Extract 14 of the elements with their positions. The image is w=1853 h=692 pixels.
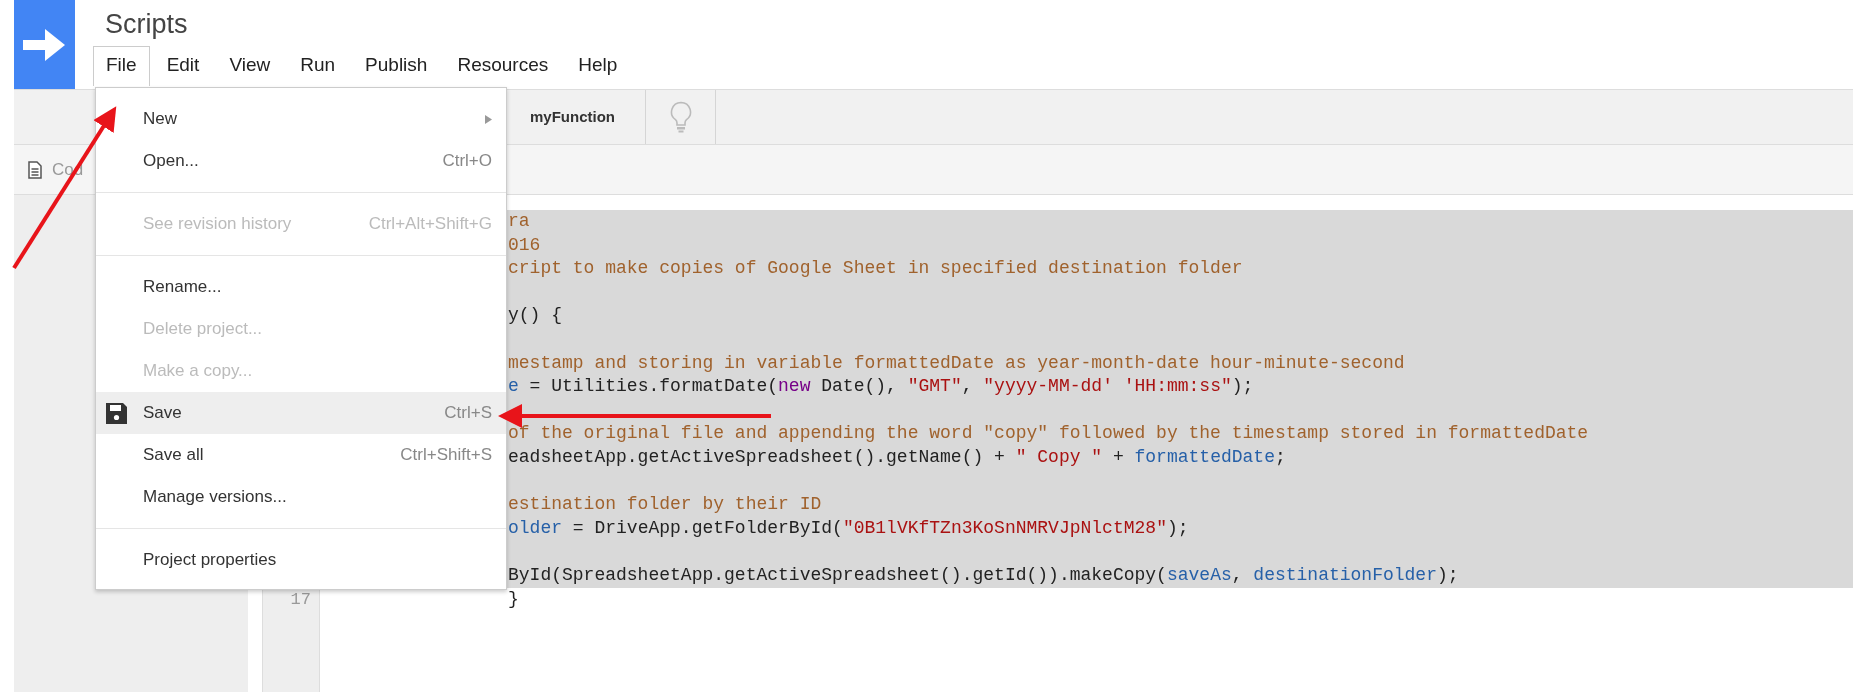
menu-item[interactable]: Save Ctrl+S [96,392,506,434]
menu-tab[interactable]: Help [565,46,631,86]
document-icon [28,160,42,179]
menu-tab[interactable]: View [216,46,284,86]
code-line: } [507,587,520,611]
lightbulb-icon[interactable] [669,101,692,133]
menu-tab[interactable]: File [93,46,150,86]
menu-tab[interactable]: Edit [153,46,213,86]
save-icon [106,402,127,424]
app-title: Scripts [104,8,189,40]
line-number: 17 [289,588,312,611]
menu-tab[interactable]: Resources [444,46,562,86]
menu-tab[interactable]: Run [287,46,349,86]
menu-tab[interactable]: Publish [352,46,441,86]
